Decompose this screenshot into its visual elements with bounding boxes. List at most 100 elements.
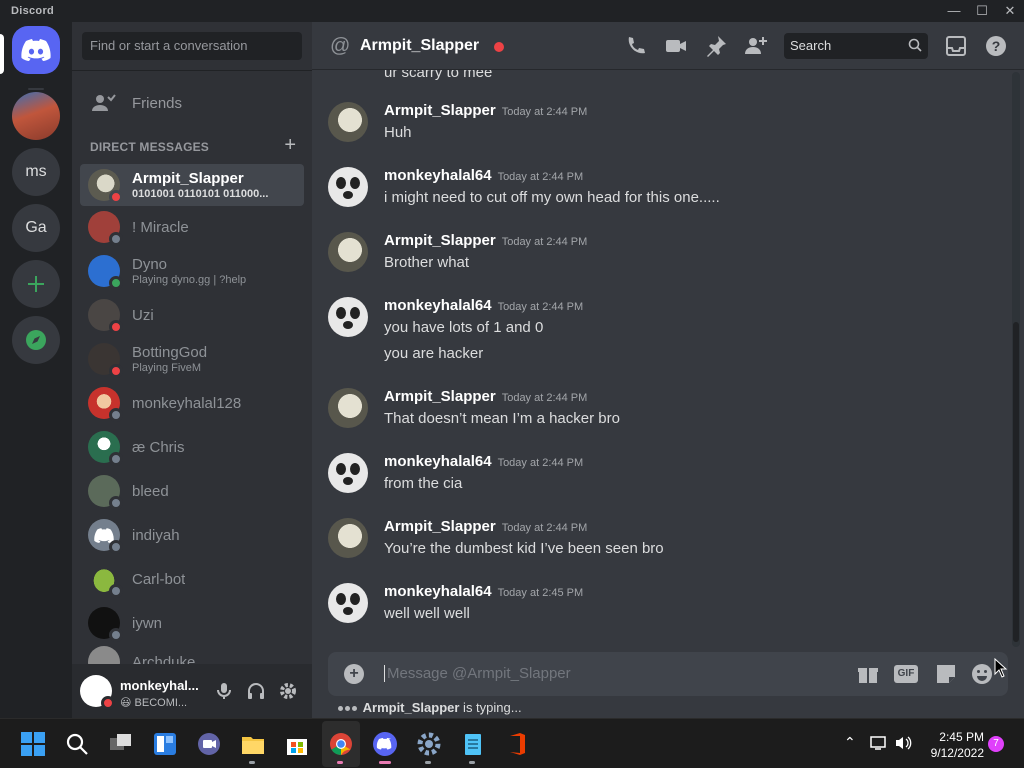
message-author[interactable]: monkeyhalal64 <box>384 583 492 600</box>
dm-name: iywn <box>132 614 163 632</box>
dm-item-carl-bot[interactable]: Carl-bot <box>80 558 304 600</box>
message-author[interactable]: monkeyhalal64 <box>384 167 492 184</box>
avatar <box>88 387 123 422</box>
server-ms[interactable]: ms <box>12 148 60 196</box>
emoji-icon[interactable] <box>970 663 994 685</box>
dm-name: ! Miracle <box>132 218 189 236</box>
message-avatar[interactable] <box>328 453 368 493</box>
avatar <box>88 519 123 554</box>
dm-item-indiyah[interactable]: indiyah <box>80 514 304 556</box>
user-avatar[interactable] <box>80 675 115 710</box>
server-icon-1[interactable] <box>12 92 60 140</box>
message-timestamp: Today at 2:44 PM <box>497 301 584 313</box>
inbox-icon[interactable] <box>944 34 968 58</box>
microsoft-store-icon[interactable] <box>284 731 310 757</box>
message-avatar[interactable] <box>328 297 368 337</box>
upload-plus-icon[interactable]: + <box>344 664 364 684</box>
dm-item-armpit-slapper[interactable]: Armpit_Slapper 0101001 0110101 011000... <box>80 164 304 206</box>
show-hidden-icons-chevron-icon[interactable]: ⌃ <box>844 734 856 751</box>
minimize-button[interactable]: — <box>940 0 968 22</box>
discord-taskbar-icon[interactable] <box>372 731 398 757</box>
dm-status-text: 0101001 0110101 011000... <box>132 188 269 200</box>
avatar <box>88 607 123 642</box>
message-text: Huh <box>384 124 412 141</box>
network-icon[interactable] <box>870 735 888 751</box>
gift-icon[interactable] <box>856 663 880 685</box>
home-button[interactable] <box>12 26 60 74</box>
dm-item-miracle[interactable]: ! Miracle <box>80 206 304 248</box>
video-call-icon[interactable] <box>664 34 688 58</box>
settings-gear-icon[interactable] <box>278 681 298 701</box>
avatar <box>88 646 120 664</box>
create-dm-icon[interactable]: + <box>284 134 296 157</box>
maximize-button[interactable]: ☐ <box>968 0 996 22</box>
microphone-icon[interactable] <box>214 681 234 701</box>
message-avatar[interactable] <box>328 388 368 428</box>
headphones-icon[interactable] <box>246 681 266 701</box>
message-timestamp: Today at 2:44 PM <box>501 522 588 534</box>
chrome-icon[interactable] <box>328 731 354 757</box>
gif-button[interactable]: GIF <box>894 665 918 683</box>
task-view-icon[interactable] <box>108 731 134 757</box>
close-button[interactable]: ✕ <box>996 0 1024 22</box>
volume-icon[interactable] <box>894 735 912 751</box>
dm-name: Archduke <box>132 654 196 664</box>
dm-item-chris[interactable]: æ Chris <box>80 426 304 468</box>
pinned-messages-icon[interactable] <box>704 34 728 58</box>
notification-badge[interactable]: 7 <box>988 736 1004 752</box>
message-author[interactable]: monkeyhalal64 <box>384 297 492 314</box>
message-avatar[interactable] <box>328 518 368 558</box>
friends-label: Friends <box>132 94 183 112</box>
dm-item-monkeyhalal128[interactable]: monkeyhalal128 <box>80 382 304 424</box>
dm-item-bottinggod[interactable]: BottingGod Playing FiveM <box>80 338 304 380</box>
message-text: well well well <box>384 605 470 622</box>
message-avatar[interactable] <box>328 102 368 142</box>
message-avatar[interactable] <box>328 167 368 207</box>
server-ga[interactable]: Ga <box>12 204 60 252</box>
message-avatar[interactable] <box>328 583 368 623</box>
mouse-cursor-icon <box>994 658 1008 678</box>
message-avatar[interactable] <box>328 232 368 272</box>
settings-icon[interactable] <box>416 731 442 757</box>
discord-default-avatar-icon <box>94 527 114 543</box>
search-icon[interactable] <box>64 731 90 757</box>
notepad-icon[interactable] <box>460 731 486 757</box>
discord-logo-icon <box>21 39 51 61</box>
dm-item-iywn[interactable]: iywn <box>80 602 304 644</box>
message-input[interactable]: Message @Armpit_Slapper <box>384 665 844 682</box>
dm-item-uzi[interactable]: Uzi <box>80 294 304 336</box>
running-indicator <box>469 761 475 764</box>
explore-servers-button[interactable] <box>12 316 60 364</box>
dm-item-dyno[interactable]: Dyno Playing dyno.gg | ?help <box>80 250 304 292</box>
message-author[interactable]: Armpit_Slapper <box>384 232 496 249</box>
windows-start-icon[interactable] <box>20 731 46 757</box>
message-author[interactable]: monkeyhalal64 <box>384 453 492 470</box>
message-author[interactable]: Armpit_Slapper <box>384 388 496 405</box>
office-icon[interactable] <box>504 731 530 757</box>
scrollbar-thumb[interactable] <box>1013 322 1019 642</box>
title-bar: Discord — ☐ ✕ <box>0 0 1024 22</box>
dm-item-bleed[interactable]: bleed <box>80 470 304 512</box>
channel-title: Armpit_Slapper <box>360 37 480 54</box>
typing-indicator: Armpit_Slapper is typing... <box>338 700 522 715</box>
message-timestamp: Today at 2:44 PM <box>501 392 588 404</box>
sticker-icon[interactable] <box>934 663 958 685</box>
find-conversation-input[interactable]: Find or start a conversation <box>82 32 302 60</box>
system-clock[interactable]: 2:45 PM 9/12/2022 <box>920 729 984 761</box>
search-input[interactable]: Search <box>784 33 928 59</box>
search-placeholder: Search <box>790 38 832 53</box>
teams-chat-icon[interactable] <box>196 731 222 757</box>
avatar <box>88 475 123 510</box>
dm-item-archduke[interactable]: Archduke <box>80 646 304 664</box>
help-icon[interactable]: ? <box>984 34 1008 58</box>
friends-nav-item[interactable]: Friends <box>80 82 304 124</box>
widgets-icon[interactable] <box>152 731 178 757</box>
message-author[interactable]: Armpit_Slapper <box>384 518 496 535</box>
voice-call-icon[interactable] <box>624 34 648 58</box>
message-author[interactable]: Armpit_Slapper <box>384 102 496 119</box>
add-server-button[interactable] <box>12 260 60 308</box>
status-dnd-icon <box>109 320 123 334</box>
add-friends-to-dm-icon[interactable] <box>744 34 768 58</box>
status-offline-icon <box>109 452 123 466</box>
file-explorer-icon[interactable] <box>240 731 266 757</box>
